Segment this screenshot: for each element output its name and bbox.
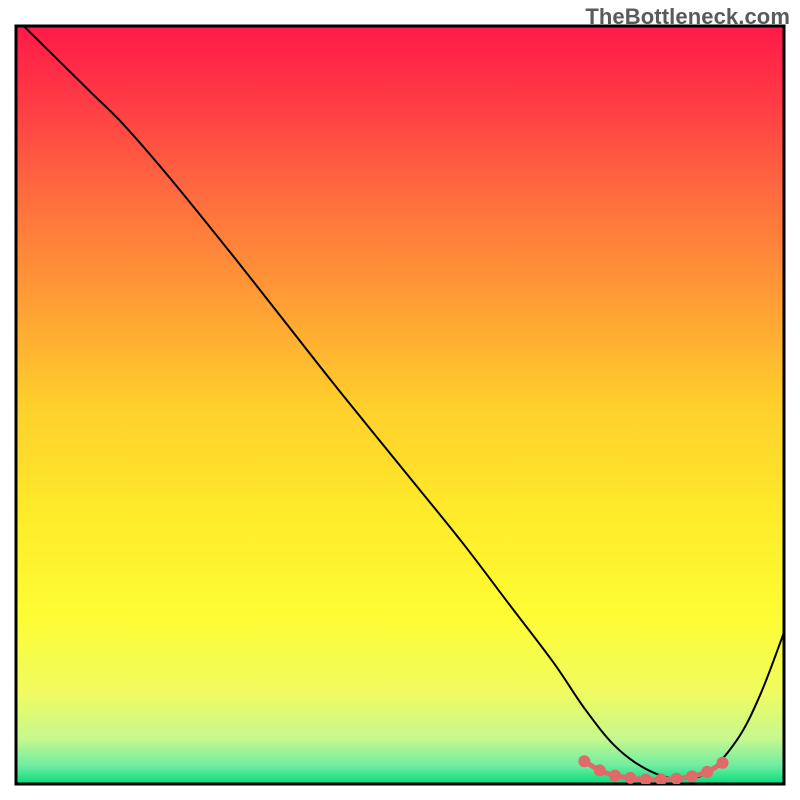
optimal-band-marker: [686, 770, 698, 782]
gradient-background: [16, 26, 784, 784]
optimal-band-marker: [670, 773, 682, 785]
optimal-band-marker: [701, 766, 713, 778]
chart-stage: TheBottleneck.com: [0, 0, 800, 800]
optimal-band-marker: [624, 772, 636, 784]
optimal-band-marker: [578, 755, 590, 767]
optimal-band-marker: [717, 757, 729, 769]
watermark-text: TheBottleneck.com: [585, 4, 790, 30]
optimal-band-marker: [609, 770, 621, 782]
optimal-band-marker: [655, 773, 667, 785]
optimal-band-marker: [640, 773, 652, 785]
optimal-band-marker: [594, 764, 606, 776]
bottleneck-chart: [0, 0, 800, 800]
